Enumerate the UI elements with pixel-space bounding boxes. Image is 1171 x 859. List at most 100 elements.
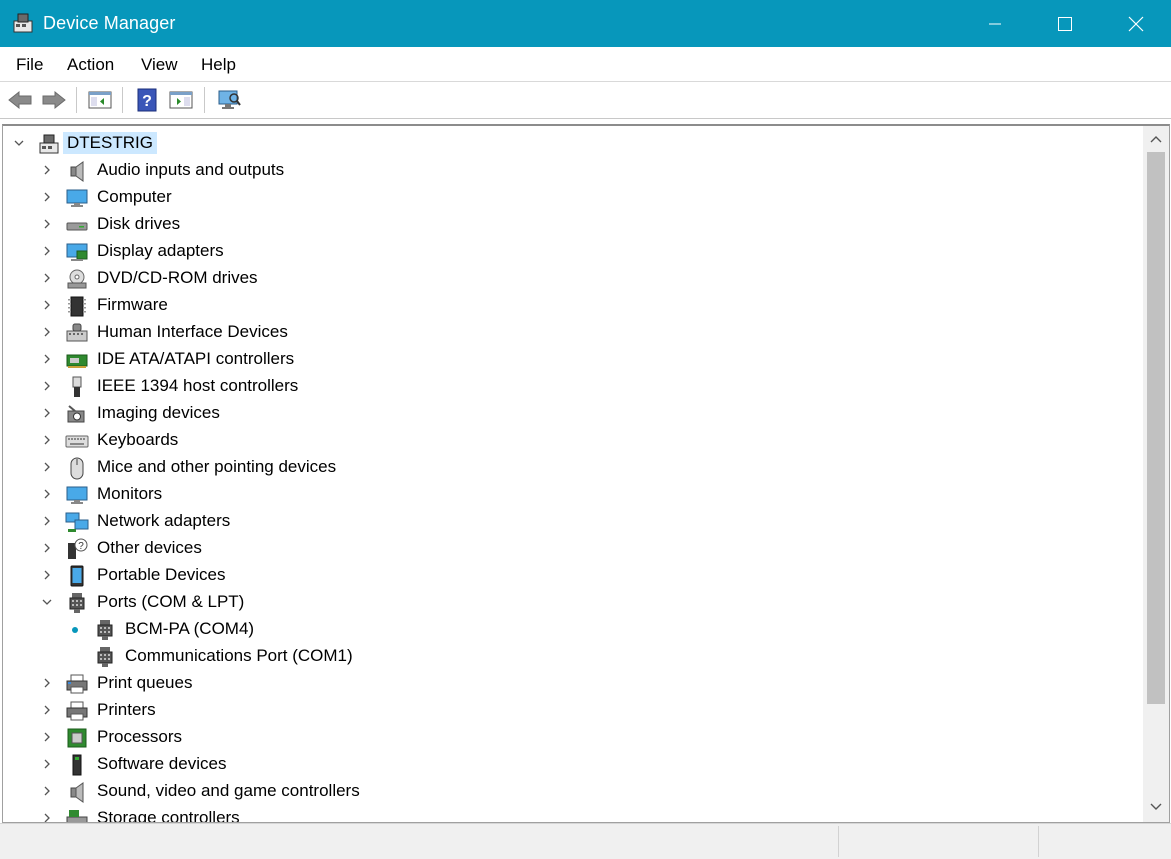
portable-device-icon <box>70 565 84 587</box>
tree-item-label: Audio inputs and outputs <box>97 160 285 179</box>
menu-file[interactable]: File <box>16 55 43 75</box>
tree-item-label: Monitors <box>97 484 163 503</box>
forward-button[interactable] <box>40 86 68 114</box>
device-tree: DTESTRIG Audio inputs and outputs Computer… <box>3 126 1141 822</box>
scroll-up-icon[interactable] <box>1150 134 1162 144</box>
chevron-right-icon[interactable] <box>41 461 53 473</box>
chevron-right-icon[interactable] <box>41 677 53 689</box>
scrollbar-thumb[interactable] <box>1147 152 1165 704</box>
tree-item-print-queues[interactable]: Print queues <box>3 670 1141 697</box>
chevron-right-icon[interactable] <box>41 164 53 176</box>
tree-item-computer[interactable]: Computer <box>3 184 1141 211</box>
chevron-right-icon[interactable] <box>41 245 53 257</box>
chevron-down-icon[interactable] <box>13 137 25 149</box>
disk-drive-icon <box>66 222 88 231</box>
port-icon <box>97 647 113 667</box>
toolbar: ? <box>0 82 1171 119</box>
storage-controller-icon <box>66 810 88 822</box>
minimize-button[interactable] <box>960 0 1030 47</box>
chevron-right-icon[interactable] <box>41 191 53 203</box>
tree-item-label: Human Interface Devices <box>97 322 288 341</box>
chevron-right-icon[interactable] <box>41 515 53 527</box>
camera-icon <box>67 405 85 423</box>
tree-item-label: Display adapters <box>97 241 224 260</box>
tree-item-disk-drives[interactable]: Disk drives <box>3 211 1141 238</box>
tree-item-display-adapters[interactable]: Display adapters <box>3 238 1141 265</box>
speaker-icon <box>70 161 84 182</box>
tree-item-processors[interactable]: Processors <box>3 724 1141 751</box>
tree-item-label: Portable Devices <box>97 565 226 584</box>
tree-item-ieee-1394-host-controllers[interactable]: IEEE 1394 host controllers <box>3 373 1141 400</box>
tree-item-network-adapters[interactable]: Network adapters <box>3 508 1141 535</box>
properties-pane-icon <box>169 91 193 109</box>
console-tree-button[interactable] <box>86 86 114 114</box>
chevron-right-icon[interactable] <box>41 488 53 500</box>
forward-icon <box>42 90 66 110</box>
tree-item-keyboards[interactable]: Keyboards <box>3 427 1141 454</box>
tree-item-monitors[interactable]: Monitors <box>3 481 1141 508</box>
menu-action[interactable]: Action <box>67 55 114 75</box>
keyboard-icon <box>65 435 89 448</box>
tree-item-firmware[interactable]: Firmware <box>3 292 1141 319</box>
chevron-right-icon[interactable] <box>41 407 53 419</box>
chevron-right-icon[interactable] <box>41 569 53 581</box>
help-icon: ? <box>137 88 157 112</box>
chevron-right-icon[interactable] <box>41 704 53 716</box>
processor-icon <box>67 728 87 748</box>
properties-pane-button[interactable] <box>167 86 195 114</box>
title-bar: Device Manager <box>0 0 1171 47</box>
scan-hardware-button[interactable] <box>215 86 243 114</box>
chevron-right-icon[interactable] <box>41 812 53 822</box>
close-icon <box>1128 16 1144 31</box>
chevron-right-icon[interactable] <box>41 731 53 743</box>
back-button[interactable] <box>6 86 34 114</box>
tree-item-human-interface-devices[interactable]: Human Interface Devices <box>3 319 1141 346</box>
chevron-right-icon[interactable] <box>41 353 53 365</box>
chevron-right-icon[interactable] <box>41 380 53 392</box>
tree-item-label: DVD/CD-ROM drives <box>97 268 258 287</box>
tree-item-sound-video-and-game-controllers[interactable]: Sound, video and game controllers <box>3 778 1141 805</box>
menu-view[interactable]: View <box>141 55 178 75</box>
tree-item-bcm-pa-com4[interactable]: BCM-PA (COM4) <box>3 616 1141 643</box>
printer-icon <box>66 701 88 721</box>
root <box>39 134 59 154</box>
computer-icon <box>66 189 88 207</box>
tree-root-node[interactable]: DTESTRIG <box>3 130 1141 157</box>
tree-item-dvd-cd-rom-drives[interactable]: DVD/CD-ROM drives <box>3 265 1141 292</box>
display-adapter-icon <box>66 243 88 261</box>
chevron-right-icon[interactable] <box>41 785 53 797</box>
minimize-icon <box>989 23 1001 24</box>
tree-item-printers[interactable]: Printers <box>3 697 1141 724</box>
tree-item-software-devices[interactable]: Software devices <box>3 751 1141 778</box>
tree-item-ports-com-lpt[interactable]: Ports (COM & LPT) <box>3 589 1141 616</box>
chevron-right-icon[interactable] <box>41 299 53 311</box>
tree-item-imaging-devices[interactable]: Imaging devices <box>3 400 1141 427</box>
port-icon <box>69 593 85 613</box>
scroll-down-icon[interactable] <box>1150 802 1162 812</box>
tree-item-label: Mice and other pointing devices <box>97 457 337 476</box>
help-button[interactable]: ? <box>133 86 161 114</box>
chevron-right-icon[interactable] <box>41 272 53 284</box>
close-button[interactable] <box>1101 0 1171 47</box>
tree-item-label: Sound, video and game controllers <box>97 781 360 800</box>
print-queue-icon <box>66 674 88 694</box>
maximize-button[interactable] <box>1030 0 1100 47</box>
vertical-scrollbar[interactable] <box>1143 126 1169 822</box>
chevron-right-icon[interactable] <box>41 326 53 338</box>
tree-item-communications-port-com1[interactable]: Communications Port (COM1) <box>3 643 1141 670</box>
menu-help[interactable]: Help <box>201 55 236 75</box>
window-title: Device Manager <box>43 13 176 33</box>
tree-item-ide-ata-atapi-controllers[interactable]: IDE ATA/ATAPI controllers <box>3 346 1141 373</box>
chevron-right-icon[interactable] <box>41 434 53 446</box>
tree-item-storage-controllers[interactable]: Storage controllers <box>3 805 1141 822</box>
tree-item-label: Other devices <box>97 538 202 557</box>
chevron-down-icon[interactable] <box>41 596 53 608</box>
chevron-right-icon[interactable] <box>41 218 53 230</box>
tree-item-other-devices[interactable]: ? Other devices <box>3 535 1141 562</box>
chevron-right-icon[interactable] <box>41 542 53 554</box>
tree-item-label: Storage controllers <box>97 808 240 822</box>
tree-item-audio-inputs-and-outputs[interactable]: Audio inputs and outputs <box>3 157 1141 184</box>
tree-item-portable-devices[interactable]: Portable Devices <box>3 562 1141 589</box>
tree-item-mice-and-other-pointing-devices[interactable]: Mice and other pointing devices <box>3 454 1141 481</box>
chevron-right-icon[interactable] <box>41 758 53 770</box>
